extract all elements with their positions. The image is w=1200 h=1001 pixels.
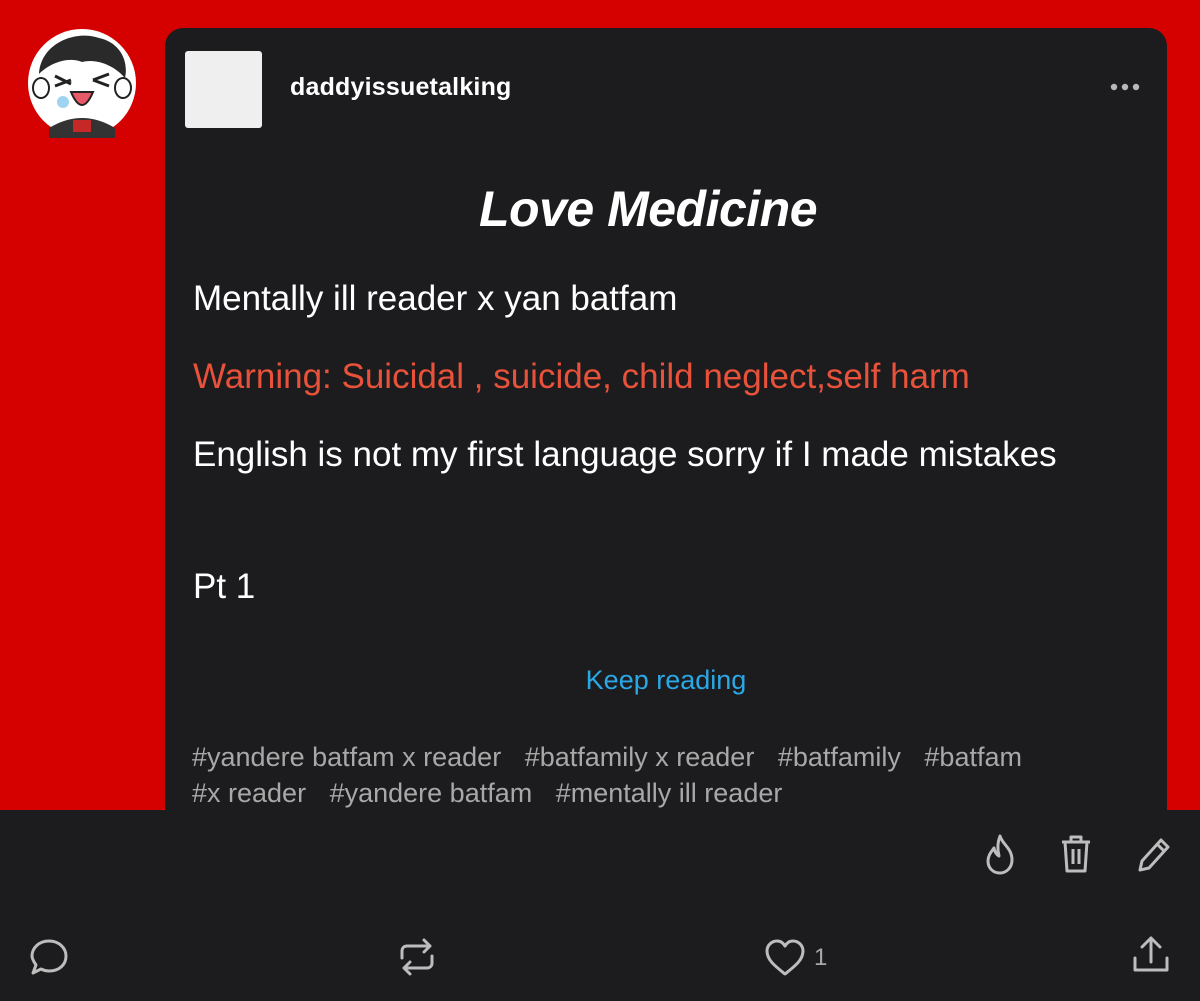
reblog-icon[interactable] — [396, 936, 438, 983]
tag[interactable]: #mentally ill reader — [556, 778, 783, 808]
like-count: 1 — [814, 944, 828, 971]
blaze-flame-icon[interactable] — [980, 832, 1020, 881]
author-note: English is not my first language sorry i… — [193, 435, 1057, 474]
tag-list: #yandere batfam x reader #batfamily x re… — [192, 739, 1132, 811]
post-card: daddyissuetalking Love Medicine Mentally… — [165, 28, 1167, 810]
post-footer: 1 — [0, 810, 1200, 1001]
keep-reading-link[interactable]: Keep reading — [165, 665, 1167, 696]
tag[interactable]: #x reader — [192, 778, 306, 808]
edit-pencil-icon[interactable] — [1132, 832, 1172, 881]
tag[interactable]: #yandere batfam — [330, 778, 533, 808]
heart-icon[interactable] — [764, 938, 806, 983]
tag[interactable]: #yandere batfam x reader — [192, 742, 501, 772]
content-warning: Warning: Suicidal , suicide, child negle… — [193, 357, 970, 396]
post-subtitle: Mentally ill reader x yan batfam — [193, 279, 678, 318]
share-icon[interactable] — [1130, 934, 1172, 981]
user-avatar[interactable] — [27, 28, 137, 138]
more-horizontal-icon[interactable] — [1110, 80, 1140, 98]
comment-icon[interactable] — [28, 936, 70, 983]
blog-name[interactable]: daddyissuetalking — [290, 73, 512, 102]
post-title: Love Medicine — [478, 181, 818, 237]
tag[interactable]: #batfamily — [778, 742, 901, 772]
trash-icon[interactable] — [1056, 832, 1096, 881]
tag[interactable]: #batfam — [924, 742, 1022, 772]
part-label: Pt 1 — [193, 567, 256, 606]
blog-avatar[interactable] — [185, 51, 262, 128]
tag[interactable]: #batfamily x reader — [525, 742, 755, 772]
